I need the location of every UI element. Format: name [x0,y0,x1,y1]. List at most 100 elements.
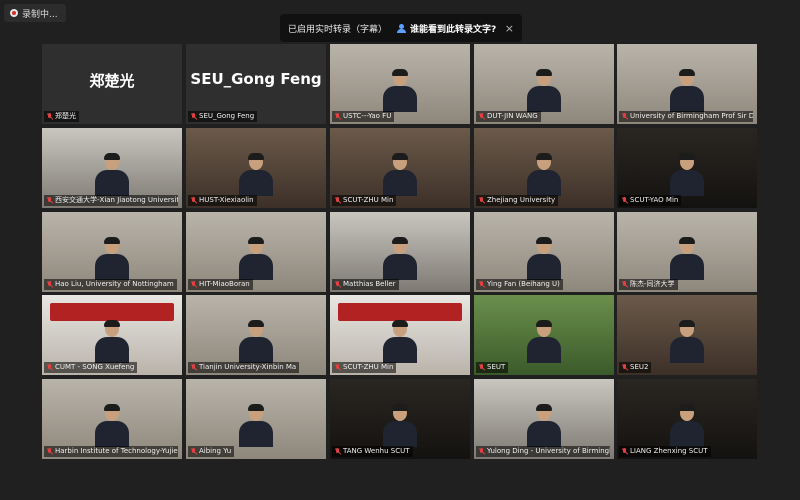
participant-name: SEU2 [630,363,649,371]
participant-figure [383,404,417,447]
participant-name: Matthias Beller [343,280,396,288]
participant-name: USTC---Yao FU [343,112,392,120]
participant-tile[interactable]: SEU2 [617,295,757,375]
participant-tile[interactable]: SCUT-ZHU Min [330,128,470,208]
participant-tile[interactable]: Hao Liu, University of Nottingham [42,212,182,292]
participant-name: Ying Fan (Beihang U) [487,280,560,288]
captions-status: 已启用实时转录（字幕） [288,24,388,35]
mic-muted-icon [46,364,53,371]
participant-tile[interactable]: HUST-Xiexiaolin [186,128,326,208]
participant-name: Hao Liu, University of Nottingham [55,280,174,288]
participant-name-label: Matthias Beller [332,279,399,290]
participant-name-label: Aibing Yu [188,446,235,457]
participant-figure [95,237,129,280]
participant-figure [527,320,561,363]
participant-figure [383,320,417,363]
participant-name: SEUT [487,363,506,371]
close-captions-button[interactable]: × [505,22,514,35]
participant-tile[interactable]: Aibing Yu [186,379,326,459]
mic-muted-icon [478,448,485,455]
participant-tile[interactable]: SCUT-ZHU Min [330,295,470,375]
participant-tile[interactable]: Harbin Institute of Technology-Yujie [42,379,182,459]
participant-display-name: SEU_Gong Feng [190,70,322,88]
participant-name-label: SEU2 [619,362,652,373]
participant-tile[interactable]: Matthias Beller [330,212,470,292]
participant-name: TANG Wenhu SCUT [343,447,410,455]
recording-indicator[interactable]: 录制中... [4,4,66,22]
participant-tile[interactable]: Ying Fan (Beihang U) [474,212,614,292]
participant-name-label: University of Birmingham Prof Sir David [619,111,753,122]
participant-figure [670,320,704,363]
participant-name-label: 郑楚光 [44,111,79,122]
participant-name-label: HIT-MiaoBoran [188,279,253,290]
participant-tile[interactable]: DUT-JIN WANG [474,44,614,124]
participant-name-label: Harbin Institute of Technology-Yujie [44,446,178,457]
mic-muted-icon [478,281,485,288]
participant-name: LIANG Zhenxing SCUT [630,447,708,455]
recording-label: 录制中... [22,9,58,20]
participant-name-label: 陈杰-同济大学 [619,279,678,290]
video-grid: 郑楚光 郑楚光 SEU_Gong Feng SEU_Gong Feng USTC---Y… [42,44,760,459]
participant-name-label: SEU_Gong Feng [188,111,258,122]
mic-muted-icon [621,113,628,120]
participant-figure [383,237,417,280]
participant-figure [95,320,129,363]
mic-muted-icon [621,197,628,204]
mic-muted-icon [621,364,628,371]
participant-tile[interactable]: 西安交通大学-Xian Jiaotong University [42,128,182,208]
participant-name: 郑楚光 [55,112,76,120]
university-banner [50,303,174,321]
participant-figure [95,404,129,447]
participant-tile[interactable]: SEU_Gong Feng SEU_Gong Feng [186,44,326,124]
participant-tile[interactable]: SEUT [474,295,614,375]
mic-muted-icon [334,448,341,455]
participant-display-name: 郑楚光 [89,72,135,90]
mic-muted-icon [334,364,341,371]
participant-figure [527,237,561,280]
participant-name-label: SEUT [476,362,509,373]
mic-muted-icon [46,281,53,288]
participant-name: 西安交通大学-Xian Jiaotong University [55,196,178,204]
participant-figure [239,320,273,363]
participant-figure [383,153,417,196]
participant-figure [239,153,273,196]
participant-figure [239,237,273,280]
participant-name-label: Yulong Ding - University of Birmingham [476,446,610,457]
mic-muted-icon [190,197,197,204]
mic-muted-icon [334,197,341,204]
participant-name: SCUT-ZHU Min [343,196,394,204]
participant-name-label: Tianjin University-Xinbin Ma [188,362,300,373]
participant-name-label: USTC---Yao FU [332,111,395,122]
participant-tile[interactable]: Yulong Ding - University of Birmingham [474,379,614,459]
participant-tile[interactable]: HIT-MiaoBoran [186,212,326,292]
participant-tile[interactable]: TANG Wenhu SCUT [330,379,470,459]
participant-tile[interactable]: CUMT - SONG Xuefeng [42,295,182,375]
participant-tile[interactable]: USTC---Yao FU [330,44,470,124]
participant-figure [670,404,704,447]
participant-tile[interactable]: University of Birmingham Prof Sir David [617,44,757,124]
participant-name: Zhejiang University [487,196,556,204]
who-can-see-link[interactable]: 谁能看到此转录文字? [397,22,496,35]
participant-name: SCUT-ZHU Min [343,363,394,371]
mic-muted-icon [190,281,197,288]
participant-tile[interactable]: Tianjin University-Xinbin Ma [186,295,326,375]
record-icon [10,9,18,17]
mic-muted-icon [334,281,341,288]
participant-name: 陈杰-同济大学 [630,280,675,288]
participant-figure [670,69,704,112]
university-banner [338,303,462,321]
participant-name: CUMT - SONG Xuefeng [55,363,135,371]
participant-figure [239,404,273,447]
participant-tile[interactable]: Zhejiang University [474,128,614,208]
participant-name: DUT-JIN WANG [487,112,538,120]
mic-muted-icon [46,197,53,204]
participant-name: Tianjin University-Xinbin Ma [199,363,297,371]
participant-name-label: 西安交通大学-Xian Jiaotong University [44,195,178,206]
participant-tile[interactable]: SCUT-YAO Min [617,128,757,208]
participant-figure [527,69,561,112]
participant-tile[interactable]: LIANG Zhenxing SCUT [617,379,757,459]
mic-muted-icon [190,364,197,371]
participant-tile[interactable]: 郑楚光 郑楚光 [42,44,182,124]
participant-tile[interactable]: 陈杰-同济大学 [617,212,757,292]
participant-name-label: SCUT-ZHU Min [332,362,397,373]
